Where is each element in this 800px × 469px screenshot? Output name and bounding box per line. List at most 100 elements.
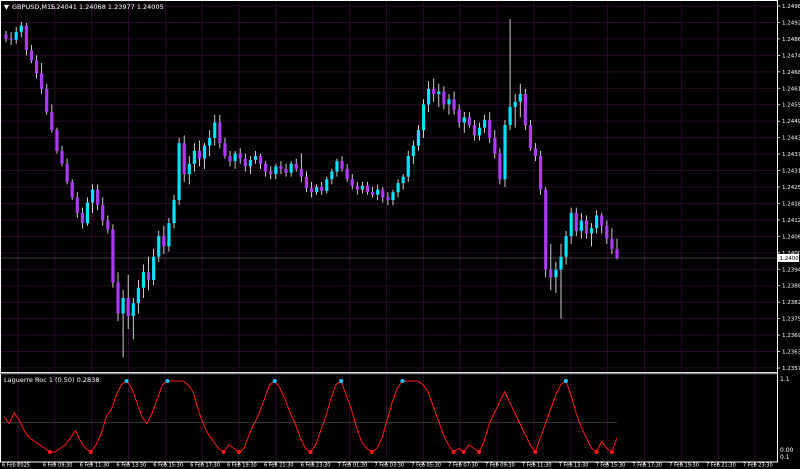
candle[interactable]: [116, 272, 120, 322]
candle[interactable]: [600, 212, 604, 234]
candle[interactable]: [539, 150, 543, 195]
candle[interactable]: [29, 45, 34, 64]
candle[interactable]: [462, 112, 466, 133]
candle[interactable]: [233, 150, 237, 169]
candle[interactable]: [126, 274, 130, 329]
candle[interactable]: [289, 161, 293, 177]
candle[interactable]: [549, 243, 553, 291]
candle[interactable]: [371, 187, 375, 198]
candle[interactable]: [421, 99, 426, 138]
candle[interactable]: [528, 119, 533, 151]
symbol-header[interactable]: ▼ GBPUSD,M15 1.24041 1.24068 1.23977 1.2…: [4, 3, 164, 11]
candle[interactable]: [533, 143, 538, 162]
candle[interactable]: [70, 179, 74, 200]
candle[interactable]: [19, 21, 23, 38]
candle[interactable]: [24, 23, 28, 56]
candle[interactable]: [294, 158, 298, 172]
trading-chart-window[interactable]: 1.24985 1.24925 1.24865 1.24740 1.24680 1.246…: [0, 0, 800, 469]
candle[interactable]: [299, 153, 303, 182]
candle[interactable]: [279, 161, 283, 175]
candle[interactable]: [50, 104, 54, 133]
candle[interactable]: [248, 156, 252, 175]
candle[interactable]: [498, 148, 502, 185]
candle[interactable]: [559, 243, 563, 319]
candle[interactable]: [345, 163, 349, 182]
candle[interactable]: [508, 19, 512, 131]
candle[interactable]: [381, 187, 385, 203]
price-candles[interactable]: [4, 19, 619, 358]
candle[interactable]: [228, 150, 232, 167]
candle[interactable]: [75, 192, 79, 218]
candle[interactable]: [167, 217, 171, 252]
candle[interactable]: [182, 135, 186, 182]
candle[interactable]: [192, 143, 196, 172]
candle[interactable]: [55, 127, 59, 154]
laguerre-roc-indicator[interactable]: [0, 379, 618, 454]
candle[interactable]: [488, 112, 492, 144]
candle[interactable]: [80, 207, 84, 229]
candle[interactable]: [213, 114, 217, 146]
candle[interactable]: [447, 94, 451, 115]
candle[interactable]: [304, 171, 308, 193]
candle[interactable]: [427, 81, 431, 113]
candle[interactable]: [615, 238, 619, 260]
candle[interactable]: [315, 184, 319, 195]
candle[interactable]: [355, 181, 359, 195]
candle[interactable]: [208, 130, 212, 157]
time-axis[interactable]: 6 Feb 2025 6 Feb 09:30 6 Feb 11:30 6 Feb 13…: [2, 462, 773, 469]
candle[interactable]: [136, 279, 140, 314]
candle[interactable]: [85, 197, 90, 226]
candle[interactable]: [523, 88, 527, 131]
candle[interactable]: [259, 153, 263, 169]
candle[interactable]: [197, 140, 202, 167]
candle[interactable]: [432, 78, 436, 102]
candle[interactable]: [406, 150, 410, 182]
candle[interactable]: [223, 137, 227, 159]
candle[interactable]: [554, 261, 558, 293]
candle[interactable]: [340, 156, 344, 172]
candle[interactable]: [396, 179, 400, 198]
candle[interactable]: [365, 181, 370, 195]
candle[interactable]: [121, 290, 125, 358]
candle[interactable]: [452, 91, 456, 115]
chart-canvas[interactable]: 1.24985 1.24925 1.24865 1.24740 1.24680 1.246…: [0, 0, 800, 469]
candle[interactable]: [325, 176, 329, 194]
candle[interactable]: [264, 161, 268, 177]
candle[interactable]: [202, 143, 207, 169]
candle[interactable]: [610, 228, 614, 255]
candle[interactable]: [101, 197, 105, 226]
candle[interactable]: [269, 166, 273, 180]
candle[interactable]: [187, 156, 191, 185]
candle[interactable]: [9, 32, 13, 46]
candle[interactable]: [589, 223, 594, 247]
candle[interactable]: [360, 181, 364, 194]
indicator-line[interactable]: [3, 380, 618, 454]
candle[interactable]: [177, 137, 181, 206]
candle[interactable]: [106, 215, 110, 234]
candle[interactable]: [60, 145, 64, 167]
candle[interactable]: [152, 248, 156, 286]
candle[interactable]: [14, 26, 18, 44]
candle[interactable]: [467, 112, 471, 128]
candle[interactable]: [574, 207, 578, 237]
candle[interactable]: [253, 150, 258, 164]
candle[interactable]: [65, 158, 69, 185]
candle[interactable]: [218, 114, 222, 149]
candle[interactable]: [416, 125, 421, 151]
candle[interactable]: [503, 119, 507, 187]
dropdown-arrow-icon[interactable]: ▼: [4, 3, 9, 11]
candle[interactable]: [330, 168, 334, 185]
price-axis[interactable]: 1.24985 1.24925 1.24865 1.24740 1.24680 1.246…: [777, 4, 800, 372]
candle[interactable]: [243, 153, 247, 172]
candle[interactable]: [513, 94, 517, 128]
candle[interactable]: [544, 187, 548, 278]
candle[interactable]: [569, 207, 573, 244]
candle[interactable]: [411, 140, 415, 164]
candle[interactable]: [111, 224, 115, 288]
candle[interactable]: [483, 114, 487, 133]
candle[interactable]: [391, 189, 395, 206]
candle[interactable]: [442, 86, 446, 110]
candle[interactable]: [157, 230, 161, 262]
candle[interactable]: [40, 63, 44, 95]
candle[interactable]: [335, 158, 339, 177]
